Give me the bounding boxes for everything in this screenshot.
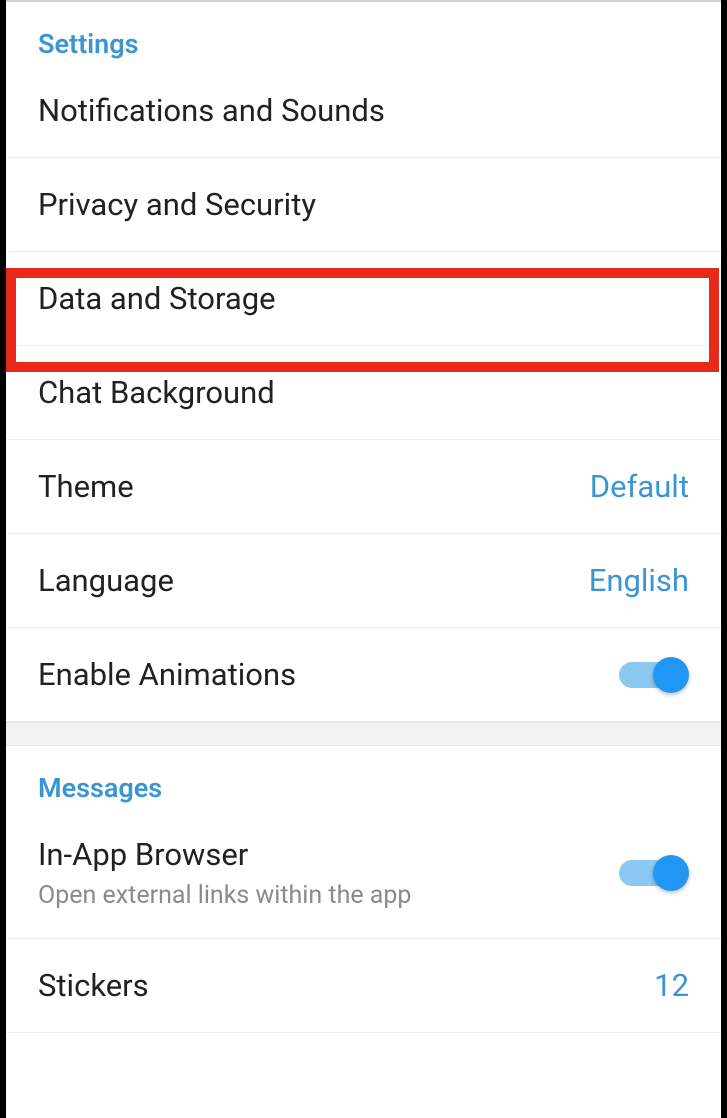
settings-item-theme[interactable]: Theme Default [6, 440, 721, 534]
animations-toggle[interactable] [619, 657, 689, 693]
in-app-browser-label: In-App Browser [38, 836, 411, 873]
messages-section-header: Messages [6, 746, 721, 818]
language-label: Language [38, 562, 174, 599]
stickers-value: 12 [654, 967, 689, 1004]
privacy-label: Privacy and Security [38, 186, 316, 223]
messages-item-in-app-browser[interactable]: In-App Browser Open external links withi… [6, 818, 721, 939]
notifications-label: Notifications and Sounds [38, 92, 385, 129]
data-storage-label: Data and Storage [38, 280, 276, 317]
messages-item-stickers[interactable]: Stickers 12 [6, 939, 721, 1033]
section-divider [6, 722, 721, 746]
language-value: English [589, 562, 689, 599]
settings-item-chat-background[interactable]: Chat Background [6, 346, 721, 440]
settings-item-notifications[interactable]: Notifications and Sounds [6, 74, 721, 158]
chat-background-label: Chat Background [38, 374, 275, 411]
theme-label: Theme [38, 468, 134, 505]
animations-label: Enable Animations [38, 656, 296, 693]
settings-item-data-storage[interactable]: Data and Storage [6, 252, 721, 346]
settings-item-animations[interactable]: Enable Animations [6, 628, 721, 722]
in-app-browser-subtitle: Open external links within the app [38, 881, 411, 910]
stickers-label: Stickers [38, 967, 149, 1004]
settings-item-privacy[interactable]: Privacy and Security [6, 158, 721, 252]
theme-value: Default [590, 468, 689, 505]
settings-section-header: Settings [6, 2, 721, 74]
settings-item-language[interactable]: Language English [6, 534, 721, 628]
in-app-browser-toggle[interactable] [619, 855, 689, 891]
